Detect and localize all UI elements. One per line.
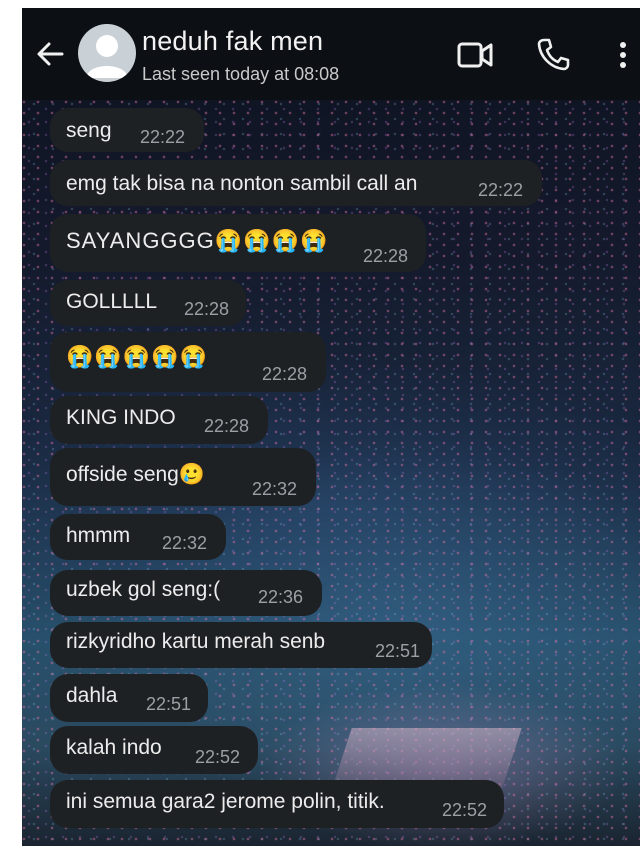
message-text: ini semua gara2 jerome polin, titik.	[66, 790, 385, 813]
message-list: seng 22:22 emg tak bisa na nonton sambil…	[22, 100, 640, 846]
voice-call-icon[interactable]	[536, 36, 570, 72]
message-time: 22:22	[478, 180, 524, 200]
message-bubble[interactable]: GOLLLLL 22:28	[50, 280, 246, 326]
message-time: 22:28	[363, 246, 409, 266]
message-text: emg tak bisa na nonton sambil call an	[66, 172, 418, 195]
message-text: GOLLLLL	[66, 290, 158, 313]
message-bubble[interactable]: KING INDO 22:28	[50, 396, 268, 444]
message-bubble[interactable]: uzbek gol seng:( 22:36	[50, 570, 322, 616]
message-bubble[interactable]: seng 22:22	[50, 108, 204, 152]
chat-header: neduh fak men Last seen today at 08:08	[22, 8, 640, 100]
arrow-back-icon[interactable]	[34, 38, 66, 70]
contact-name[interactable]: neduh fak men	[142, 26, 323, 57]
message-text: seng	[66, 119, 112, 142]
message-time: 22:22	[140, 127, 186, 147]
message-text: kalah indo	[66, 736, 162, 759]
message-bubble[interactable]: offside seng🥲 22:32	[50, 448, 316, 506]
message-bubble[interactable]: 😭😭😭😭😭 22:28	[50, 332, 326, 392]
message-text: dahla	[66, 684, 118, 707]
message-time: 22:52	[195, 747, 241, 767]
avatar[interactable]	[78, 24, 136, 82]
message-bubble[interactable]: rizkyridho kartu merah senb 22:51	[50, 622, 432, 668]
message-text: SAYANGGGG😭😭😭😭	[66, 228, 329, 253]
message-bubble[interactable]: dahla 22:51	[50, 674, 208, 722]
message-time: 22:28	[204, 416, 250, 436]
message-bubble[interactable]: kalah indo 22:52	[50, 726, 258, 774]
message-bubble[interactable]: SAYANGGGG😭😭😭😭 22:28	[50, 214, 426, 272]
message-bubble[interactable]: emg tak bisa na nonton sambil call an 22…	[50, 160, 542, 206]
message-text: hmmm	[66, 524, 131, 547]
message-text: uzbek gol seng:(	[66, 578, 221, 601]
message-time: 22:51	[146, 694, 192, 714]
message-time: 22:51	[375, 641, 421, 661]
video-call-icon[interactable]	[456, 38, 496, 72]
message-text: rizkyridho kartu merah senb	[66, 630, 326, 653]
message-bubble[interactable]: hmmm 22:32	[50, 514, 226, 560]
message-text: 😭😭😭😭😭	[66, 344, 208, 369]
message-bubble[interactable]: ini semua gara2 jerome polin, titik. 22:…	[50, 780, 504, 828]
message-text: KING INDO	[66, 406, 176, 429]
message-time: 22:32	[162, 533, 208, 553]
last-seen-status: Last seen today at 08:08	[142, 64, 340, 84]
message-time: 22:32	[252, 479, 298, 499]
message-text: offside seng🥲	[66, 463, 206, 486]
message-time: 22:28	[184, 299, 230, 319]
message-time: 22:52	[442, 800, 488, 820]
message-time: 22:28	[262, 364, 308, 384]
more-vert-icon[interactable]	[614, 38, 632, 72]
message-time: 22:36	[258, 587, 304, 607]
